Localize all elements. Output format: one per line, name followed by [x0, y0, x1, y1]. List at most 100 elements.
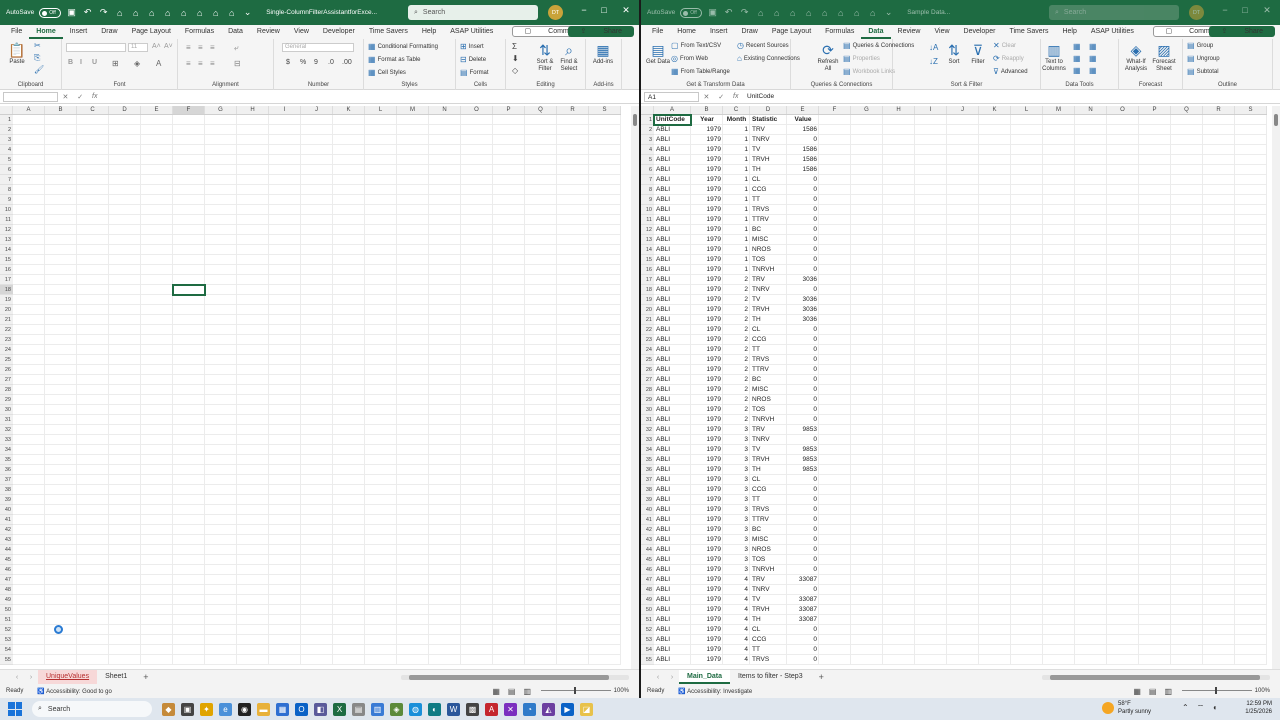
tab-page-layout[interactable]: Page Layout — [765, 25, 818, 39]
app-icon[interactable]: ◈ — [390, 702, 403, 716]
worksheet-grid[interactable]: A B C D E F G H I J K L M N O P Q R S 1 2 3 4 5 6 7 8 9 10 11 12 13 14 15… — [0, 106, 631, 669]
table-cell[interactable]: 1979 — [691, 205, 723, 215]
tab-help[interactable]: Help — [415, 25, 443, 39]
consolidate-icon[interactable]: ▦ — [1089, 42, 1097, 51]
table-cell[interactable]: NROS — [750, 545, 787, 555]
table-cell[interactable]: TV — [750, 445, 787, 455]
table-cell[interactable]: 9853 — [787, 425, 819, 435]
table-cell[interactable]: 1979 — [691, 125, 723, 135]
column-header[interactable]: M — [1043, 106, 1075, 114]
save-icon[interactable]: ▣ — [66, 7, 77, 18]
table-cell[interactable]: 1979 — [691, 405, 723, 415]
row-header[interactable]: 4 — [641, 145, 654, 155]
column-header[interactable]: R — [1203, 106, 1235, 114]
table-cell[interactable]: TNRVH — [750, 265, 787, 275]
confirm-icon[interactable]: ✓ — [77, 93, 83, 101]
accessibility-status[interactable]: ♿ Accessibility: Good to go — [37, 688, 112, 695]
zoom-level[interactable]: 100% — [1255, 688, 1270, 694]
row-header[interactable]: 11 — [641, 215, 654, 225]
app-icon[interactable]: ▶ — [561, 702, 574, 716]
column-header[interactable]: E — [141, 106, 173, 114]
column-header[interactable]: G — [205, 106, 237, 114]
next-sheet-icon[interactable]: › — [24, 674, 38, 681]
table-cell[interactable]: CL — [750, 175, 787, 185]
sheet-tab[interactable]: Items to filter - Step3 — [730, 670, 811, 684]
row-header[interactable]: 39 — [0, 495, 13, 505]
table-cell[interactable]: CL — [750, 325, 787, 335]
table-cell[interactable]: 1586 — [787, 155, 819, 165]
column-header[interactable]: N — [429, 106, 461, 114]
scrollbar-thumb[interactable] — [1274, 114, 1278, 126]
table-cell[interactable]: 33087 — [787, 575, 819, 585]
table-cell[interactable]: TTRV — [750, 215, 787, 225]
next-sheet-icon[interactable]: › — [665, 674, 679, 681]
table-cell[interactable]: 1979 — [691, 395, 723, 405]
table-cell[interactable]: 1979 — [691, 425, 723, 435]
decrease-font-icon[interactable]: A˅ — [164, 43, 173, 50]
table-cell[interactable]: ABLI — [654, 255, 691, 265]
table-cell[interactable]: ABLI — [654, 505, 691, 515]
table-cell[interactable]: 3 — [723, 495, 750, 505]
ungroup-button[interactable]: ▤ Ungroup — [1187, 54, 1220, 63]
table-cell[interactable]: 1979 — [691, 305, 723, 315]
table-cell[interactable]: TOS — [750, 405, 787, 415]
column-header[interactable]: I — [915, 106, 947, 114]
row-header[interactable]: 28 — [0, 385, 13, 395]
fx-icon[interactable]: fx — [92, 93, 97, 101]
row-header[interactable]: 5 — [0, 155, 13, 165]
table-cell[interactable]: 1979 — [691, 465, 723, 475]
minimize-icon[interactable]: − — [1218, 5, 1232, 15]
table-cell[interactable]: 3 — [723, 445, 750, 455]
font-size-select[interactable]: 11 — [128, 43, 148, 52]
table-cell[interactable]: 1979 — [691, 245, 723, 255]
table-cell[interactable]: 1979 — [691, 145, 723, 155]
table-cell[interactable]: ABLI — [654, 345, 691, 355]
table-cell[interactable]: TRV — [750, 425, 787, 435]
table-cell[interactable]: TTRV — [750, 365, 787, 375]
flash-fill-icon[interactable]: ▦ — [1073, 42, 1081, 51]
table-cell[interactable]: 1979 — [691, 275, 723, 285]
sort-desc-icon[interactable]: ↓Z — [929, 57, 938, 66]
table-cell[interactable]: 0 — [787, 375, 819, 385]
table-cell[interactable]: TRV — [750, 575, 787, 585]
windows-start-icon[interactable] — [8, 702, 22, 716]
table-cell[interactable]: 0 — [787, 205, 819, 215]
row-header[interactable]: 14 — [0, 245, 13, 255]
table-cell[interactable]: 1979 — [691, 325, 723, 335]
table-cell[interactable]: ABLI — [654, 135, 691, 145]
table-cell[interactable]: 1 — [723, 135, 750, 145]
table-cell[interactable]: TNRV — [750, 135, 787, 145]
table-cell[interactable]: MISC — [750, 385, 787, 395]
table-cell[interactable]: TOS — [750, 555, 787, 565]
increase-font-icon[interactable]: A˄ — [152, 43, 161, 50]
table-cell[interactable]: ABLI — [654, 195, 691, 205]
document-title[interactable]: Single-ColumnFilterAssistantforExce... — [266, 9, 377, 16]
quick-access-icon[interactable]: ⌂ — [178, 8, 189, 18]
confirm-icon[interactable]: ✓ — [718, 93, 724, 101]
table-cell[interactable]: 4 — [723, 655, 750, 665]
table-cell[interactable]: 0 — [787, 535, 819, 545]
row-header[interactable]: 22 — [0, 325, 13, 335]
table-cell[interactable]: TTRV — [750, 515, 787, 525]
from-web-button[interactable]: ◎ From Web — [671, 54, 708, 63]
row-header[interactable]: 50 — [0, 605, 13, 615]
row-header[interactable]: 16 — [641, 265, 654, 275]
table-cell[interactable]: 2 — [723, 355, 750, 365]
row-header[interactable]: 40 — [641, 505, 654, 515]
bold-icon[interactable]: B — [68, 59, 73, 66]
row-header[interactable]: 15 — [641, 255, 654, 265]
table-cell[interactable]: 1979 — [691, 485, 723, 495]
tab-time-savers[interactable]: Time Savers — [1002, 25, 1055, 39]
page-break-view-icon[interactable]: ▥ — [523, 687, 531, 696]
tab-insert[interactable]: Insert — [63, 25, 95, 39]
store-icon[interactable]: ▦ — [276, 702, 289, 716]
table-cell[interactable]: 2 — [723, 375, 750, 385]
filter-button[interactable]: ⊽ Filter — [965, 41, 991, 66]
row-header[interactable]: 42 — [0, 525, 13, 535]
row-header[interactable]: 19 — [0, 295, 13, 305]
row-header[interactable]: 22 — [641, 325, 654, 335]
table-cell[interactable]: 1979 — [691, 225, 723, 235]
table-cell[interactable]: CL — [750, 625, 787, 635]
row-header[interactable]: 29 — [641, 395, 654, 405]
table-cell[interactable]: 1 — [723, 205, 750, 215]
